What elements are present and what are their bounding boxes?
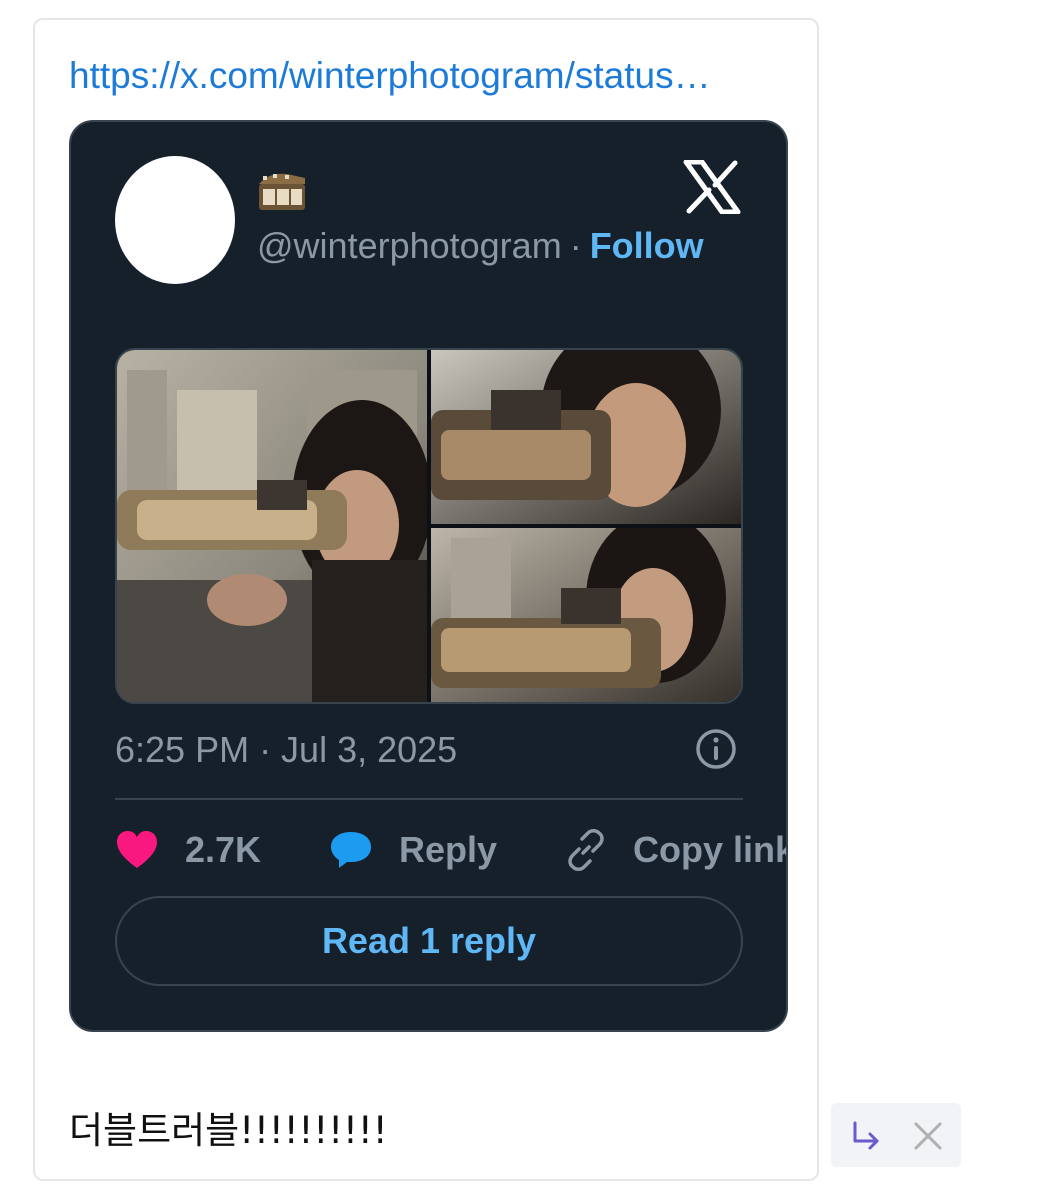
like-count: 2.7K <box>185 829 262 870</box>
heart-icon <box>117 831 157 868</box>
copy-link-label: Copy link <box>633 829 788 870</box>
tweet-timestamp[interactable]: 6:25 PM · Jul 3, 2025 <box>115 726 457 774</box>
info-icon[interactable] <box>695 728 737 770</box>
separator-dot: · <box>569 225 582 266</box>
film-strip-icon <box>259 173 305 210</box>
speech-bubble-icon <box>331 832 371 868</box>
follow-button[interactable]: Follow <box>590 225 704 266</box>
read-replies-button[interactable]: Read 1 reply <box>115 896 743 986</box>
close-icon[interactable] <box>911 1119 945 1153</box>
comment-actions <box>831 1103 961 1167</box>
reply-arrow-icon[interactable] <box>849 1119 883 1153</box>
tweet-link[interactable]: https://x.com/winterphotogram/status… <box>69 54 789 98</box>
handle-line: @winterphotogram · Follow <box>257 222 745 270</box>
link-icon <box>568 829 604 871</box>
handle[interactable]: @winterphotogram <box>257 225 562 266</box>
tweet-embed[interactable]: @winterphotogram · Follow 6:25 PM · Jul … <box>69 120 788 1032</box>
tweet-photo[interactable] <box>117 350 427 702</box>
reply-button[interactable]: Reply <box>329 826 497 874</box>
copy-link-button[interactable]: Copy link <box>565 826 788 874</box>
comment-card: https://x.com/winterphotogram/status… @w… <box>33 18 819 1181</box>
divider <box>115 798 743 800</box>
reply-label: Reply <box>399 829 498 870</box>
tweet-photo[interactable] <box>431 528 741 702</box>
tweet-photo[interactable] <box>431 350 741 524</box>
x-logo-icon[interactable] <box>683 160 741 214</box>
avatar[interactable] <box>115 156 235 284</box>
tweet-actions: 2.7K Reply Copy link <box>115 826 788 874</box>
media-grid <box>115 348 743 704</box>
comment-text: 더블트러블!!!!!!!!!! <box>69 1109 388 1152</box>
like-button[interactable]: 2.7K <box>115 826 261 874</box>
